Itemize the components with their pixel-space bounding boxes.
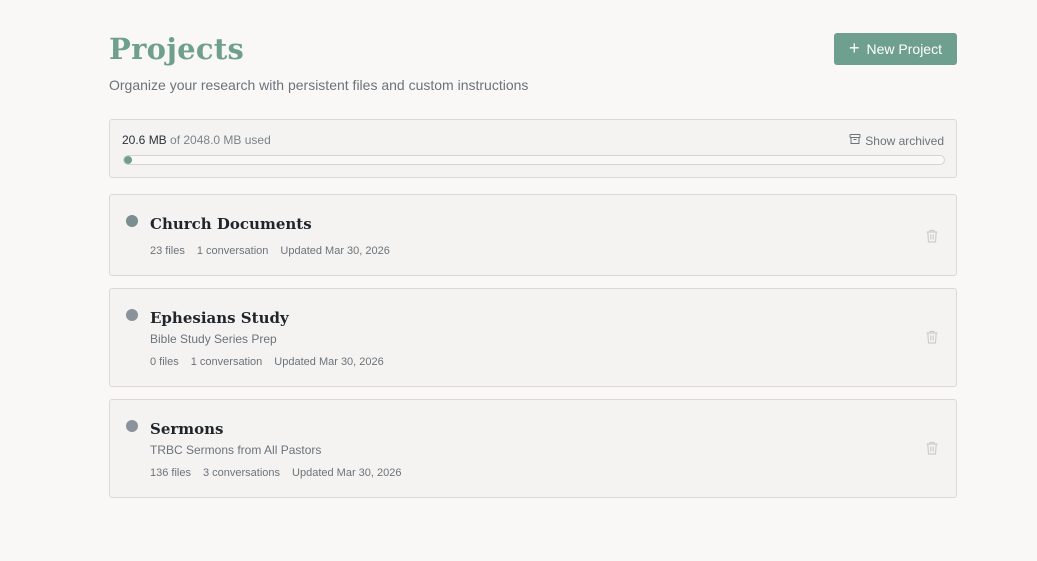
project-file-count: 136 files <box>150 467 191 479</box>
project-meta: 23 files 1 conversation Updated Mar 30, … <box>150 244 390 258</box>
project-conversation-count: 3 conversations <box>202 467 281 479</box>
archive-icon <box>849 133 861 148</box>
project-card-sermons[interactable]: Sermons TRBC Sermons from All Pastors 13… <box>109 399 957 498</box>
trash-icon <box>926 229 938 243</box>
storage-progress-fill <box>124 156 133 164</box>
storage-usage-text: 20.6 MB of 2048.0 MB used <box>122 133 271 147</box>
project-updated-date: Updated Mar 30, 2026 <box>280 245 390 257</box>
show-archived-label: Show archived <box>865 133 944 148</box>
project-meta: 136 files 3 conversations Updated Mar 30… <box>150 466 402 480</box>
storage-panel: 20.6 MB of 2048.0 MB used Show archived <box>109 119 957 178</box>
new-project-button[interactable]: + New Project <box>834 33 957 65</box>
storage-total: of 2048.0 MB used <box>166 133 271 147</box>
project-conversation-count: 1 conversation <box>196 245 269 257</box>
page-title: Projects <box>109 32 245 66</box>
storage-used: 20.6 MB <box>122 133 167 147</box>
project-card-church-documents[interactable]: Church Documents 23 files 1 conversation… <box>109 194 957 276</box>
project-name: Ephesians Study <box>150 309 289 327</box>
project-card-ephesians-study[interactable]: Ephesians Study Bible Study Series Prep … <box>109 288 957 387</box>
project-name: Church Documents <box>150 215 312 233</box>
project-description: Bible Study Series Prep <box>150 332 277 346</box>
plus-icon: + <box>849 38 860 58</box>
project-color-dot <box>126 309 138 321</box>
storage-progress-bar <box>123 155 945 165</box>
project-file-count: 23 files <box>150 245 185 257</box>
delete-project-button[interactable] <box>924 228 940 244</box>
delete-project-button[interactable] <box>924 440 940 456</box>
project-name: Sermons <box>150 420 224 438</box>
project-color-dot <box>126 215 138 227</box>
show-archived-button[interactable]: Show archived <box>849 133 944 148</box>
project-color-dot <box>126 420 138 432</box>
trash-icon <box>926 330 938 344</box>
page-subtitle: Organize your research with persistent f… <box>109 77 529 93</box>
project-file-count: 0 files <box>150 356 179 368</box>
project-updated-date: Updated Mar 30, 2026 <box>292 467 402 479</box>
new-project-label: New Project <box>866 41 942 57</box>
project-conversation-count: 1 conversation <box>190 356 263 368</box>
project-meta: 0 files 1 conversation Updated Mar 30, 2… <box>150 355 384 369</box>
delete-project-button[interactable] <box>924 329 940 345</box>
project-updated-date: Updated Mar 30, 2026 <box>274 356 384 368</box>
trash-icon <box>926 441 938 455</box>
project-description: TRBC Sermons from All Pastors <box>150 443 322 457</box>
